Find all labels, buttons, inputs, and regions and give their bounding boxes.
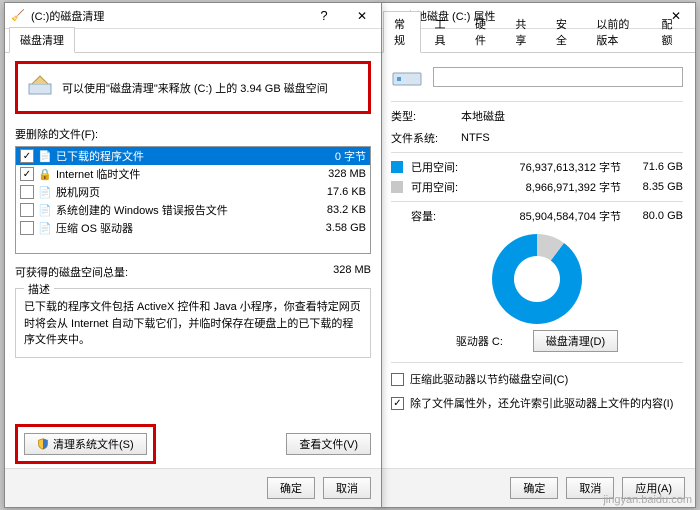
drive-large-icon — [391, 63, 423, 91]
file-icon: 📄 — [38, 204, 52, 217]
cleanup-message-box: 可以使用"磁盘清理"来释放 (C:) 上的 3.94 GB 磁盘空间 — [15, 61, 371, 114]
checkbox[interactable] — [20, 185, 34, 199]
file-icon: 📄 — [38, 222, 52, 235]
compress-checkbox[interactable] — [391, 373, 404, 386]
tab-previous[interactable]: 以前的版本 — [585, 11, 648, 52]
cleanup-title-icon: 🧹 — [11, 9, 25, 23]
cleanup-titlebar: 🧹 (C:)的磁盘清理 ? ✕ — [5, 3, 381, 29]
file-size: 0 字节 — [296, 148, 366, 164]
index-checkbox[interactable]: ✓ — [391, 397, 404, 410]
tab-quota[interactable]: 配额 — [651, 11, 689, 52]
used-swatch — [391, 161, 403, 173]
file-icon: 📄 — [38, 150, 52, 163]
file-size: 328 MB — [296, 168, 366, 180]
list-item[interactable]: ✓ 📄 已下载的程序文件0 字节 — [16, 147, 370, 165]
description-group: 描述 已下载的程序文件包括 ActiveX 控件和 Java 小程序，你查看特定… — [15, 288, 371, 358]
file-size: 17.6 KB — [296, 186, 366, 198]
cleanup-icon — [26, 72, 54, 103]
cancel-button[interactable]: 取消 — [323, 477, 371, 499]
files-label: 要删除的文件(F): — [15, 126, 371, 142]
used-gb: 71.6 GB — [633, 161, 683, 173]
used-bytes: 76,937,613,312 字节 — [471, 159, 633, 175]
watermark: jingyan.baidu.com — [603, 494, 692, 506]
shield-icon — [37, 438, 49, 450]
properties-window: 本地磁盘 (C:) 属性 ✕ 常规 工具 硬件 共享 安全 以前的版本 配额 类… — [378, 2, 696, 508]
tab-hardware[interactable]: 硬件 — [464, 11, 502, 52]
file-size: 83.2 KB — [296, 204, 366, 216]
file-list[interactable]: ✓ 📄 已下载的程序文件0 字节 ✓ 🔒 Internet 临时文件328 MB 📄 脱机网页… — [15, 146, 371, 254]
tab-disk-cleanup[interactable]: 磁盘清理 — [9, 27, 75, 53]
file-icon: 📄 — [38, 186, 52, 199]
view-files-button[interactable]: 查看文件(V) — [286, 433, 371, 455]
list-item[interactable]: 📄 脱机网页17.6 KB — [16, 183, 370, 201]
disk-usage-chart — [492, 234, 582, 324]
total-label: 可获得的磁盘空间总量: — [15, 264, 128, 280]
volume-name-input[interactable] — [433, 67, 683, 87]
file-name: 已下载的程序文件 — [56, 148, 296, 164]
list-item[interactable]: 📄 压缩 OS 驱动器3.58 GB — [16, 219, 370, 237]
tab-security[interactable]: 安全 — [545, 11, 583, 52]
capacity-label: 容量: — [411, 208, 471, 224]
total-value: 328 MB — [333, 264, 371, 280]
compress-label: 压缩此驱动器以节约磁盘空间(C) — [410, 371, 568, 387]
description-text: 已下载的程序文件包括 ActiveX 控件和 Java 小程序，你查看特定网页时… — [24, 299, 362, 349]
drive-caption: 驱动器 C: — [456, 333, 503, 349]
ok-button[interactable]: 确定 — [267, 477, 315, 499]
type-label: 类型: — [391, 108, 461, 124]
index-label: 除了文件属性外，还允许索引此驱动器上文件的内容(I) — [410, 395, 673, 411]
file-name: Internet 临时文件 — [56, 166, 296, 182]
fs-value: NTFS — [461, 132, 683, 144]
free-swatch — [391, 181, 403, 193]
list-item[interactable]: ✓ 🔒 Internet 临时文件328 MB — [16, 165, 370, 183]
file-name: 压缩 OS 驱动器 — [56, 220, 296, 236]
free-bytes: 8,966,971,392 字节 — [471, 179, 633, 195]
free-label: 可用空间: — [411, 179, 471, 195]
help-icon[interactable]: ? — [305, 3, 343, 29]
list-item[interactable]: 📄 系统创建的 Windows 错误报告文件83.2 KB — [16, 201, 370, 219]
cleanup-message: 可以使用"磁盘清理"来释放 (C:) 上的 3.94 GB 磁盘空间 — [62, 80, 328, 96]
used-label: 已用空间: — [411, 159, 471, 175]
disk-cleanup-window: 🧹 (C:)的磁盘清理 ? ✕ 磁盘清理 可以使用"磁盘清理"来释放 (C:) … — [4, 2, 382, 508]
fs-label: 文件系统: — [391, 130, 461, 146]
file-name: 脱机网页 — [56, 184, 296, 200]
description-legend: 描述 — [24, 281, 54, 297]
file-size: 3.58 GB — [296, 222, 366, 234]
disk-cleanup-button[interactable]: 磁盘清理(D) — [533, 330, 618, 352]
file-name: 系统创建的 Windows 错误报告文件 — [56, 202, 296, 218]
cleanup-body: 可以使用"磁盘清理"来释放 (C:) 上的 3.94 GB 磁盘空间 要删除的文… — [5, 53, 381, 472]
checkbox[interactable] — [20, 203, 34, 217]
file-icon: 🔒 — [38, 168, 52, 181]
capacity-gb: 80.0 GB — [633, 210, 683, 222]
properties-body: 类型: 本地磁盘 文件系统: NTFS 已用空间: 76,937,613,312… — [379, 53, 695, 421]
type-value: 本地磁盘 — [461, 108, 683, 124]
cleanup-title: (C:)的磁盘清理 — [31, 8, 305, 24]
free-gb: 8.35 GB — [633, 181, 683, 193]
tab-tools[interactable]: 工具 — [423, 11, 461, 52]
tab-sharing[interactable]: 共享 — [504, 11, 542, 52]
checkbox[interactable]: ✓ — [20, 167, 34, 181]
ok-button[interactable]: 确定 — [510, 477, 558, 499]
checkbox[interactable]: ✓ — [20, 149, 34, 163]
clean-system-files-button[interactable]: 清理系统文件(S) — [24, 433, 147, 455]
close-icon[interactable]: ✕ — [343, 3, 381, 29]
checkbox[interactable] — [20, 221, 34, 235]
clean-system-files-label: 清理系统文件(S) — [53, 436, 134, 452]
properties-tabs: 常规 工具 硬件 共享 安全 以前的版本 配额 — [379, 29, 695, 53]
capacity-bytes: 85,904,584,704 字节 — [471, 208, 633, 224]
tab-general[interactable]: 常规 — [383, 11, 421, 53]
cleanup-tabs: 磁盘清理 — [5, 29, 381, 53]
